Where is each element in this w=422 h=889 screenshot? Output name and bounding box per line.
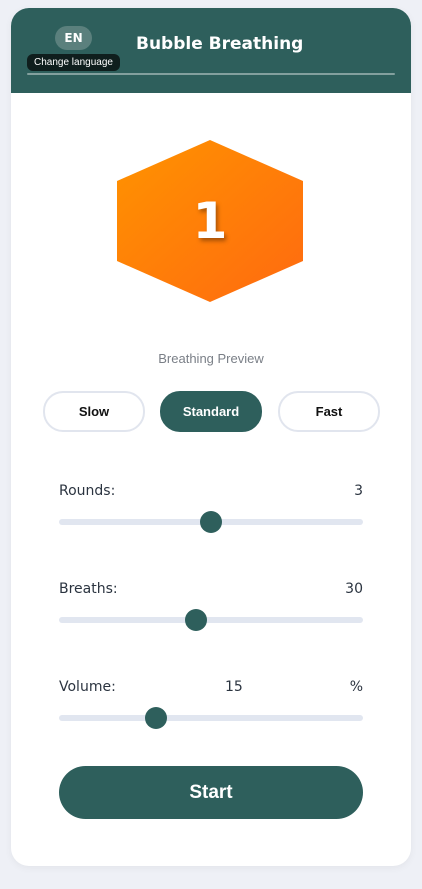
speed-slow-label: Slow bbox=[78, 404, 110, 419]
rounds-label: Rounds: bbox=[59, 483, 116, 499]
breaths-label: Breaths: bbox=[59, 581, 118, 597]
language-button[interactable]: EN bbox=[55, 26, 92, 50]
rounds-slider-thumb[interactable] bbox=[200, 511, 222, 533]
speed-standard-label: Standard bbox=[182, 404, 240, 419]
speed-standard-button[interactable]: Standard bbox=[160, 391, 262, 432]
header-divider bbox=[27, 73, 395, 75]
volume-label: Volume: bbox=[59, 679, 116, 695]
speed-fast-button[interactable]: Fast bbox=[278, 391, 380, 432]
speed-selector: Slow Standard Fast bbox=[43, 391, 380, 432]
rounds-slider-group: Rounds: 3 bbox=[59, 483, 363, 543]
volume-slider-group: Volume: 15 % bbox=[59, 679, 363, 739]
breaths-value: 30 bbox=[345, 581, 363, 597]
breath-count: 1 bbox=[192, 192, 228, 250]
breaths-slider-track[interactable] bbox=[59, 617, 363, 623]
app-title: Bubble Breathing bbox=[136, 34, 304, 54]
app-card: EN Change language Bubble Breathing 1 Br… bbox=[11, 8, 411, 866]
volume-slider-track[interactable] bbox=[59, 715, 363, 721]
speed-fast-label: Fast bbox=[315, 404, 343, 419]
app-header: EN Change language Bubble Breathing bbox=[11, 8, 411, 93]
rounds-value: 3 bbox=[354, 483, 363, 499]
language-tooltip: Change language bbox=[27, 54, 120, 71]
breathing-bubble: 1 bbox=[117, 140, 303, 302]
volume-unit: % bbox=[349, 679, 363, 695]
start-button[interactable]: Start bbox=[59, 766, 363, 819]
breaths-slider-group: Breaths: 30 bbox=[59, 581, 363, 641]
breaths-slider-thumb[interactable] bbox=[185, 609, 207, 631]
speed-slow-button[interactable]: Slow bbox=[43, 391, 145, 432]
preview-label: Breathing Preview bbox=[158, 351, 264, 366]
volume-slider-thumb[interactable] bbox=[145, 707, 167, 729]
language-code: EN bbox=[64, 31, 83, 45]
start-label: Start bbox=[189, 781, 233, 803]
volume-value: 15 bbox=[225, 679, 243, 695]
